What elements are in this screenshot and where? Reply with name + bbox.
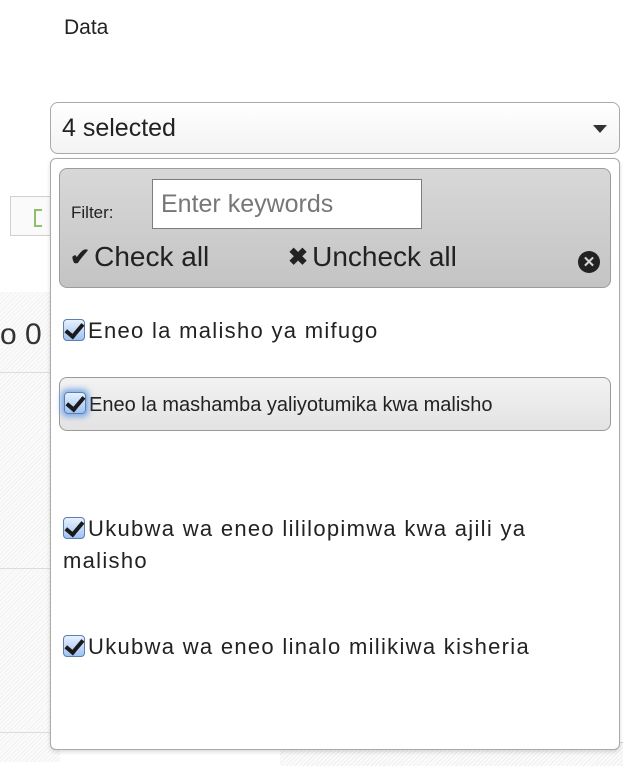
menu-header: Filter: ✔ Check all ✖ Uncheck all ✕ [59, 168, 611, 288]
checkbox[interactable] [63, 319, 85, 341]
filter-label: Filter: [71, 203, 114, 222]
option-label: Ukubwa wa eneo lililopimwa kwa ajili ya … [63, 516, 527, 573]
check-all-link[interactable]: ✔ Check all [70, 241, 209, 273]
cross-icon: ✖ [288, 243, 309, 271]
checkmark-icon: ✔ [70, 243, 91, 271]
check-all-label: Check all [94, 241, 210, 272]
option-label: Ukubwa wa eneo linalo milikiwa kisheria [88, 634, 530, 659]
option-label: Eneo la malisho ya mifugo [88, 318, 379, 343]
selected-count: 4 selected [62, 113, 176, 142]
checkbox[interactable] [63, 517, 85, 539]
option-item[interactable]: Eneo la malisho ya mifugo [59, 315, 611, 347]
option-item-hovered[interactable]: Eneo la mashamba yaliyotumika kwa malish… [59, 377, 611, 431]
uncheck-all-label: Uncheck all [312, 241, 457, 272]
checkbox[interactable] [63, 635, 85, 657]
option-label: Eneo la mashamba yaliyotumika kwa malish… [89, 394, 493, 416]
caret-down-icon [593, 125, 607, 133]
uncheck-all-link[interactable]: ✖ Uncheck all [288, 241, 457, 273]
option-item[interactable]: Ukubwa wa eneo lililopimwa kwa ajili ya … [59, 513, 579, 577]
multiselect-button[interactable]: 4 selected [50, 102, 620, 154]
checkbox[interactable] [64, 392, 86, 414]
filter-input[interactable] [152, 179, 422, 229]
field-label: Data [64, 16, 109, 39]
background-partial-text: o 0 [0, 318, 42, 351]
option-item[interactable]: Ukubwa wa eneo linalo milikiwa kisheria [59, 631, 579, 663]
multiselect-menu: Filter: ✔ Check all ✖ Uncheck all ✕ Eneo… [50, 158, 620, 750]
close-icon[interactable]: ✕ [578, 251, 600, 273]
